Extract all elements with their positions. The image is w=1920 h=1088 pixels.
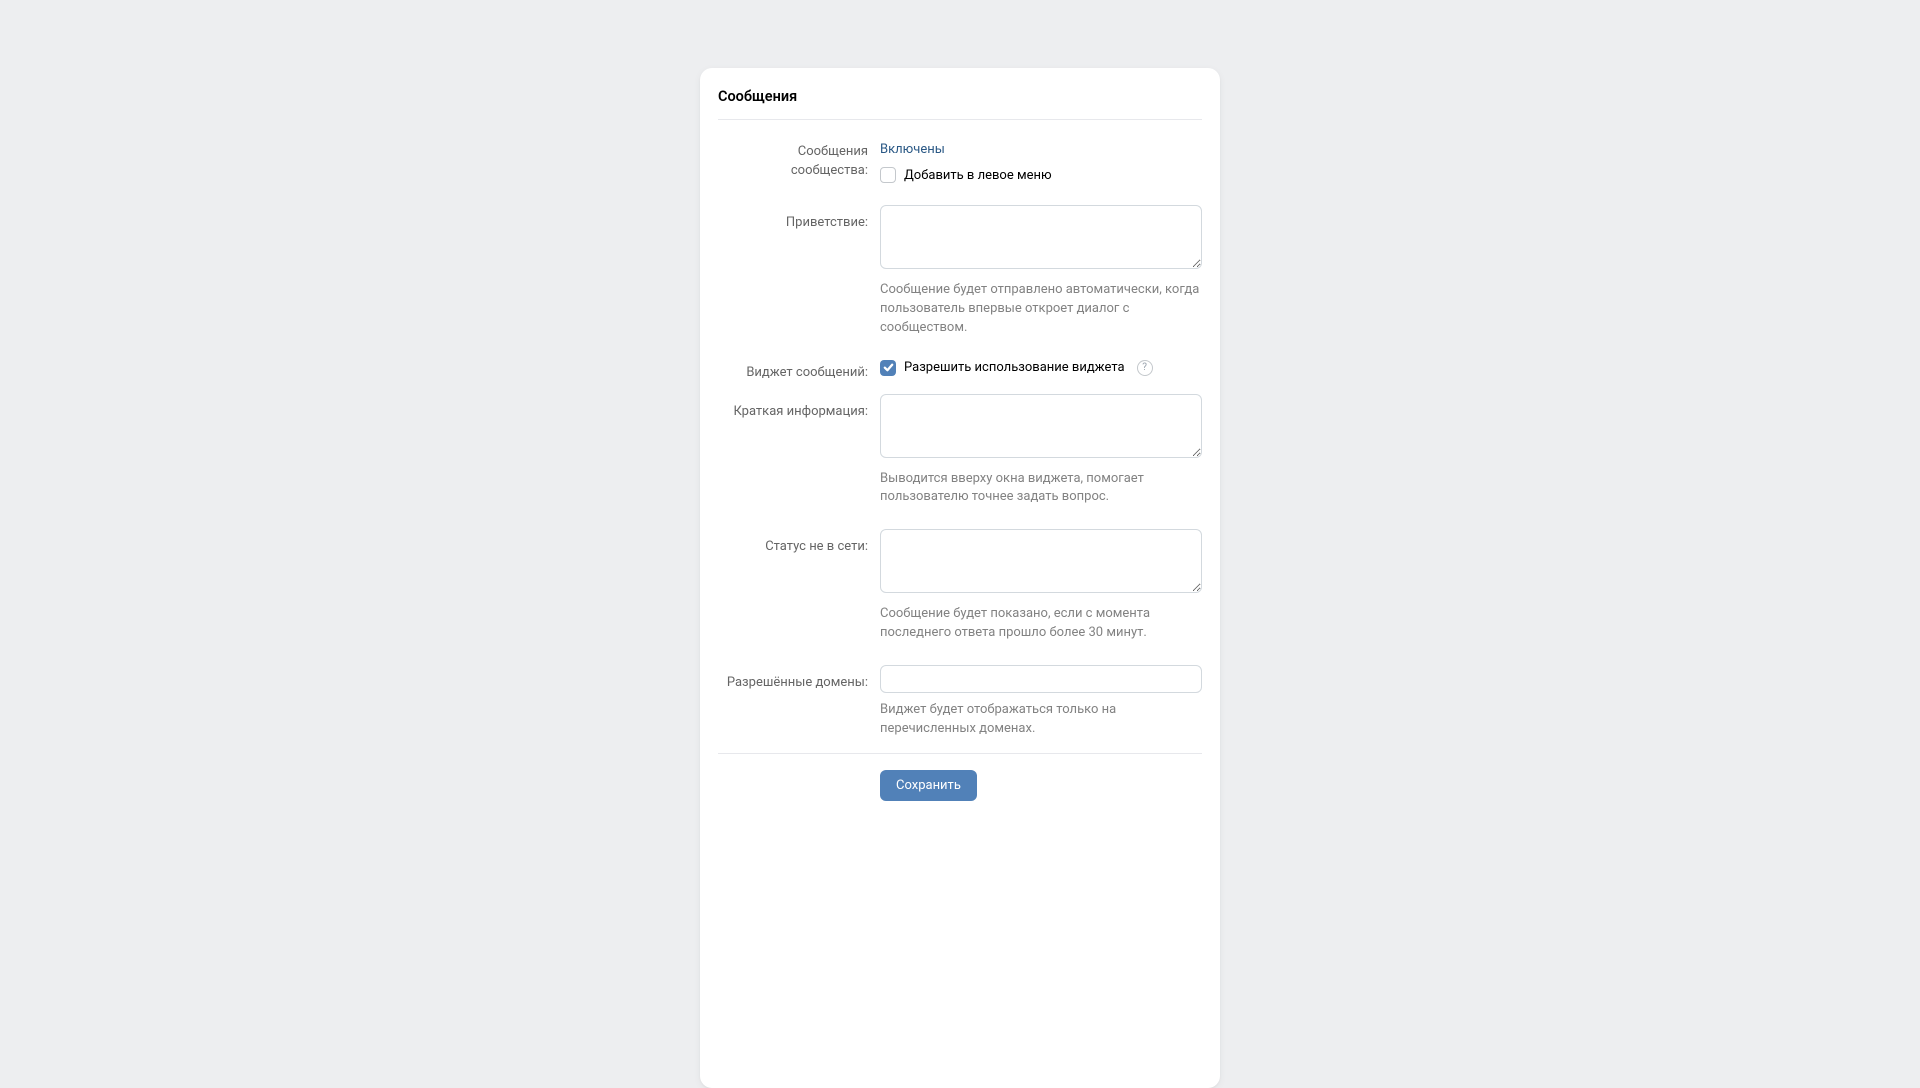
textarea-short-info[interactable] [880, 394, 1202, 458]
button-row: Сохранить [718, 770, 1202, 801]
label-community-messages: Сообщения сообщества: [791, 144, 868, 178]
card-title: Сообщения [718, 88, 1202, 105]
help-icon[interactable]: ? [1137, 360, 1153, 376]
row-greeting: Приветствие: Сообщение будет отправлено … [718, 205, 1202, 338]
label-allowed-domains: Разрешённые домены: [727, 675, 868, 690]
label-add-to-left-menu[interactable]: Добавить в левое меню [904, 168, 1052, 183]
checkbox-add-to-left-menu[interactable] [880, 167, 896, 183]
row-community-messages: Сообщения сообщества: Включены Добавить … [718, 138, 1202, 183]
label-allow-widget[interactable]: Разрешить использование виджета [904, 360, 1125, 375]
label-widget: Виджет сообщений: [746, 365, 868, 380]
input-allowed-domains[interactable] [880, 665, 1202, 693]
helper-short-info: Выводится вверху окна виджета, помогает … [880, 470, 1202, 508]
checkbox-allow-widget[interactable] [880, 360, 896, 376]
row-short-info: Краткая информация: Выводится вверху окн… [718, 394, 1202, 508]
helper-offline-status: Сообщение будет показано, если с момента… [880, 605, 1202, 643]
helper-greeting: Сообщение будет отправлено автоматически… [880, 281, 1202, 338]
helper-allowed-domains: Виджет будет отображаться только на пере… [880, 701, 1202, 739]
link-community-messages-status[interactable]: Включены [880, 141, 945, 157]
label-greeting: Приветствие: [786, 215, 868, 230]
save-button[interactable]: Сохранить [880, 770, 977, 801]
divider [718, 753, 1202, 754]
textarea-greeting[interactable] [880, 205, 1202, 269]
label-offline-status: Статус не в сети: [765, 539, 868, 554]
row-offline-status: Статус не в сети: Сообщение будет показа… [718, 529, 1202, 643]
settings-card: Сообщения Сообщения сообщества: Включены… [700, 68, 1220, 1088]
label-short-info: Краткая информация: [733, 404, 868, 419]
row-allowed-domains: Разрешённые домены: Виджет будет отображ… [718, 665, 1202, 739]
row-widget: Виджет сообщений: Разрешить использовани… [718, 360, 1202, 380]
card-header: Сообщения [718, 68, 1202, 120]
textarea-offline-status[interactable] [880, 529, 1202, 593]
